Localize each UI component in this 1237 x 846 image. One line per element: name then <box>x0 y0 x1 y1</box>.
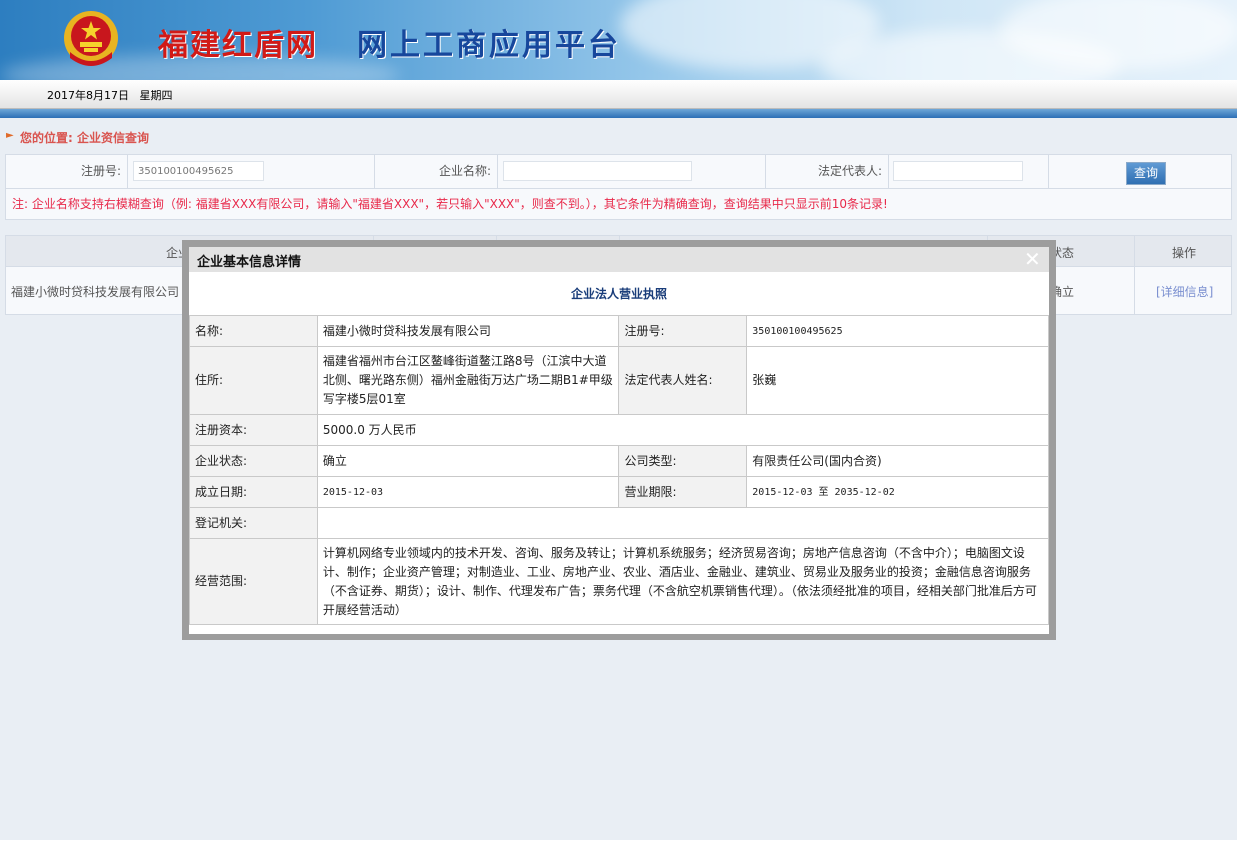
company-type-label: 公司类型: <box>618 445 748 477</box>
legal-rep-input[interactable] <box>893 161 1023 181</box>
address-value: 福建省福州市台江区鳌峰街道鳌江路8号（江滨中大道北侧、曙光路东侧）福州金融街万达… <box>316 346 620 415</box>
scope-value: 计算机网络专业领域内的技术开发、咨询、服务及转让；计算机系统服务；经济贸易咨询；… <box>316 538 1050 625</box>
detail-link[interactable]: [详细信息] <box>1156 283 1213 300</box>
close-icon[interactable]: ✕ <box>1024 247 1041 271</box>
current-date: 2017年8月17日 星期四 <box>47 87 173 103</box>
authority-value <box>316 507 1050 539</box>
date-bar: 2017年8月17日 星期四 <box>0 80 1237 109</box>
reg-no-cell <box>128 155 375 188</box>
legal-rep-label: 法定代表人姓名: <box>618 346 748 415</box>
company-name-input[interactable] <box>503 161 692 181</box>
capital-value: 5000.0 万人民币 <box>316 414 1050 446</box>
site-name: 福建红盾网 <box>158 28 318 63</box>
established-label: 成立日期: <box>189 476 318 508</box>
search-form: 注册号: 企业名称: 法定代表人: 查询 <box>5 154 1232 189</box>
table-row: 经营范围: 计算机网络专业领域内的技术开发、咨询、服务及转让；计算机系统服务；经… <box>189 538 1050 625</box>
query-button[interactable]: 查询 <box>1126 162 1166 185</box>
term-value: 2015-12-03 至 2035-12-02 <box>746 476 1049 508</box>
reg-no-input[interactable] <box>133 161 264 181</box>
reg-no-label: 注册号: <box>6 155 128 188</box>
company-type-value: 有限责任公司(国内合资) <box>746 445 1049 477</box>
status-label: 企业状态: <box>189 445 318 477</box>
legal-rep-cell <box>889 155 1049 188</box>
address-label: 住所: <box>189 346 318 415</box>
established-value: 2015-12-03 <box>316 476 620 508</box>
reg-no-label: 注册号: <box>618 315 748 347</box>
result-company: 福建小微时贷科技发展有限公司 <box>11 285 180 299</box>
national-emblem-icon <box>64 11 118 66</box>
col-header-action: 操作 <box>1172 246 1197 260</box>
dialog-body: 企业法人营业执照 名称: 福建小微时贷科技发展有限公司 注册号: 3501001… <box>189 272 1050 634</box>
platform-name: 网上工商应用平台 <box>357 28 621 63</box>
table-row: 住所: 福建省福州市台江区鳌峰街道鳌江路8号（江滨中大道北侧、曙光路东侧）福州金… <box>189 346 1049 415</box>
weekday-value: 星期四 <box>139 89 173 102</box>
company-name-cell <box>498 155 766 188</box>
authority-label: 登记机关: <box>189 507 318 539</box>
breadcrumb: 您的位置: 企业资信查询 <box>20 131 149 145</box>
dialog-title: 企业基本信息详情 <box>197 255 302 270</box>
status-value: 确立 <box>316 445 620 477</box>
table-row: 成立日期: 2015-12-03 营业期限: 2015-12-03 至 2035… <box>189 476 1049 508</box>
header-banner: 福建红盾网 网上工商应用平台 <box>0 0 1237 80</box>
dialog-header: 企业基本信息详情 ✕ <box>189 247 1049 272</box>
arrow-right-icon: ► <box>6 130 14 141</box>
reg-no-value: 350100100495625 <box>746 315 1049 347</box>
table-row: 登记机关: <box>189 507 1050 539</box>
license-title: 企业法人营业执照 <box>570 287 667 301</box>
capital-label: 注册资本: <box>189 414 318 446</box>
company-detail-dialog: 企业基本信息详情 ✕ 企业法人营业执照 名称: 福建小微时贷科技发展有限公司 注… <box>182 240 1056 640</box>
table-row: 名称: 福建小微时贷科技发展有限公司 注册号: 350100100495625 <box>189 315 1049 347</box>
term-label: 营业期限: <box>618 476 748 508</box>
table-row: 注册资本: 5000.0 万人民币 <box>189 414 1050 446</box>
company-name-label: 企业名称: <box>375 155 498 188</box>
date-value: 2017年8月17日 <box>47 89 129 102</box>
name-value: 福建小微时贷科技发展有限公司 <box>316 315 620 347</box>
scope-label: 经营范围: <box>189 538 318 625</box>
header-divider <box>0 109 1237 118</box>
company-info-table: 名称: 福建小微时贷科技发展有限公司 注册号: 350100100495625 … <box>189 315 1050 625</box>
legal-rep-label: 法定代表人: <box>766 155 889 188</box>
footer-strip <box>0 840 1237 846</box>
name-label: 名称: <box>189 315 318 347</box>
table-row: 企业状态: 确立 公司类型: 有限责任公司(国内合资) <box>189 445 1049 477</box>
legal-rep-value: 张巍 <box>746 346 1049 415</box>
search-note: 注: 企业名称支持右模糊查询（例: 福建省XXX有限公司，请输入"福建省XXX"… <box>5 189 1232 220</box>
